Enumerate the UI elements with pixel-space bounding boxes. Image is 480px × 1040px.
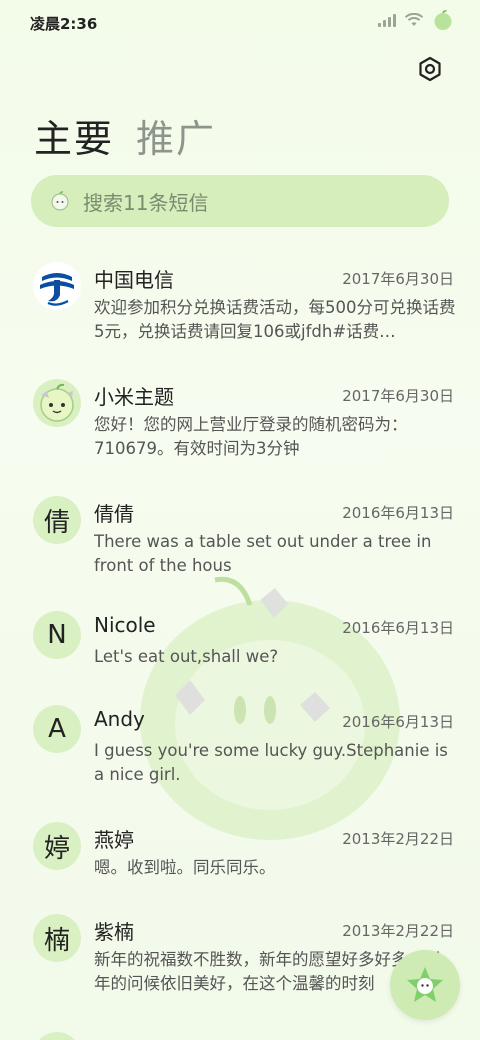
message-preview: 您好！您的网上营业厅登录的随机密码为：710679。有效时间为3分钟 <box>94 415 408 458</box>
search-bar[interactable]: 搜索11条短信 <box>31 175 449 227</box>
contact-name: Andy <box>94 707 145 731</box>
search-apple-icon <box>51 191 69 211</box>
contact-avatar: 楠 <box>33 914 81 962</box>
conversation-item[interactable]: A Andy 2016年6月13日 I guess you're some lu… <box>0 697 480 807</box>
conversation-item[interactable]: 倩 倩倩 2016年6月13日 There was a table set ou… <box>0 488 480 598</box>
tab-primary[interactable]: 主要 <box>34 108 114 163</box>
message-preview: 嗯。收到啦。同乐同乐。 <box>94 858 276 877</box>
battery-apple-icon <box>434 10 452 30</box>
status-bar: 凌晨2:36 <box>0 0 480 44</box>
contact-avatar: 玲 <box>33 1032 81 1040</box>
message-date: 2016年6月13日 <box>342 619 454 637</box>
settings-gear-icon[interactable] <box>416 55 444 83</box>
conversation-item[interactable]: 玲 子玲 <box>0 1024 480 1040</box>
signal-icon <box>378 13 396 27</box>
message-preview: Let's eat out,shall we? <box>94 647 279 666</box>
tab-promotions[interactable]: 推广 <box>136 108 216 163</box>
contact-name: 小米主题 <box>94 385 174 409</box>
contact-avatar: 婷 <box>33 822 81 870</box>
compose-star-icon <box>407 967 443 1002</box>
message-date: 2013年2月22日 <box>342 830 454 848</box>
china-telecom-logo <box>33 262 81 310</box>
conversation-item[interactable]: 中国电信 2017年6月30日 欢迎参加积分兑换话费活动，每500分可兑换话费5… <box>0 254 480 364</box>
message-date: 2017年6月30日 <box>342 270 454 288</box>
message-date: 2016年6月13日 <box>342 504 454 522</box>
message-preview: There was a table set out under a tree i… <box>94 532 432 575</box>
message-preview: I guess you're some lucky guy.Stephanie … <box>94 741 448 784</box>
search-placeholder: 搜索11条短信 <box>83 190 209 215</box>
status-icons <box>378 10 454 30</box>
contact-name: 燕婷 <box>94 828 134 852</box>
wifi-icon <box>404 13 424 26</box>
message-date: 2017年6月30日 <box>342 387 454 405</box>
message-date: 2016年6月13日 <box>342 713 454 731</box>
message-date: 2013年2月22日 <box>342 922 454 940</box>
contact-avatar: A <box>33 705 81 753</box>
contact-name: 倩倩 <box>94 502 134 526</box>
contact-avatar: 倩 <box>33 496 81 544</box>
contact-name: Nicole <box>94 613 156 637</box>
status-time: 凌晨2:36 <box>30 15 98 33</box>
contact-name: 中国电信 <box>94 268 174 292</box>
conversation-item[interactable]: 小米主题 2017年6月30日 您好！您的网上营业厅登录的随机密码为：71067… <box>0 371 480 481</box>
contact-avatar: N <box>33 611 81 659</box>
apple-character-icon <box>33 379 81 427</box>
message-preview: 欢迎参加积分兑换话费活动，每500分可兑换话费5元，兑换话费请回复106或jfd… <box>94 298 456 341</box>
contact-name: 子玲 <box>94 1034 134 1040</box>
contact-name: 紫楠 <box>94 920 134 944</box>
tab-bar: 主要 推广 <box>34 108 216 163</box>
compose-button[interactable] <box>390 950 460 1020</box>
